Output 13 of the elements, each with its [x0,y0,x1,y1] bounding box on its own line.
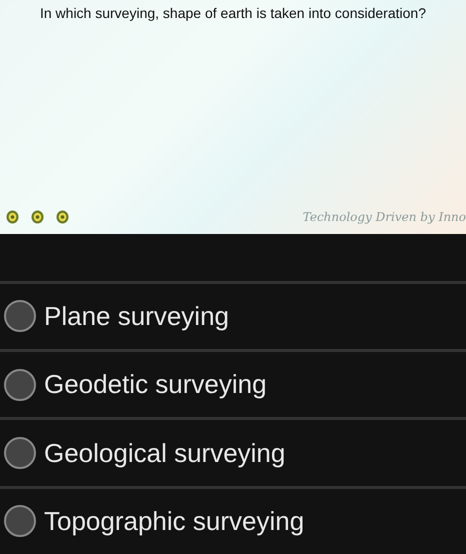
radio-button[interactable] [4,505,36,538]
option-label: Geodetic surveying [44,368,267,402]
emblem-icon [6,210,19,224]
emblem-icon [31,210,44,224]
option-label: Plane surveying [44,300,229,333]
tagline: Technology Driven by Inno [302,208,466,226]
radio-button[interactable] [4,300,36,332]
question-text: In which surveying, shape of earth is taken into consideration? [38,4,427,23]
emblem-icon [56,210,69,224]
radio-button[interactable] [4,368,36,401]
option-label: Geological surveying [44,436,286,470]
option-label: Topographic surveying [44,504,304,538]
radio-button[interactable] [4,437,36,470]
